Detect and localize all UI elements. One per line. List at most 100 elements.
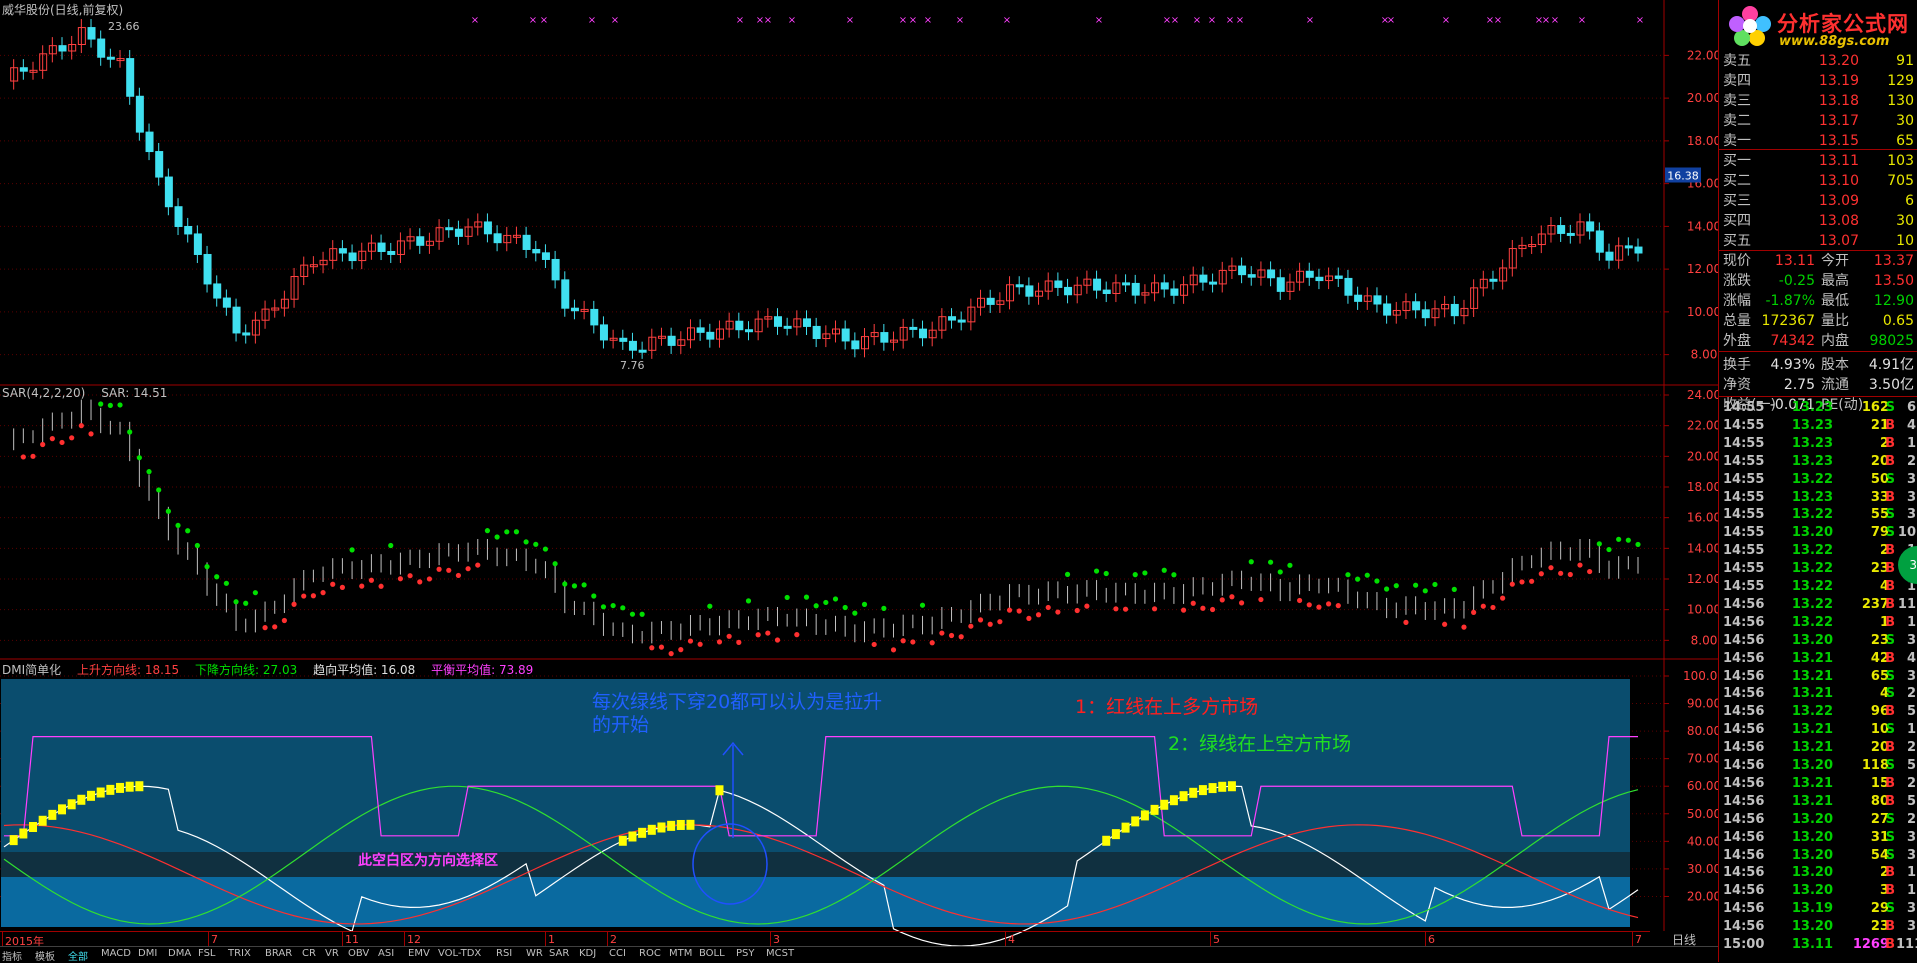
sar-dot [20, 454, 26, 460]
order-volume: 30 [1896, 113, 1914, 129]
candle-body [532, 248, 541, 254]
sar-dot [1471, 609, 1477, 615]
adx-rising-marker [116, 782, 125, 793]
sar-dot [1122, 606, 1129, 612]
indicator-tab[interactable]: FSL [198, 948, 216, 959]
order-price: 13.07 [1818, 233, 1859, 249]
sar-dot [1093, 568, 1100, 574]
chart-area[interactable]: 22.0020.0018.0016.0014.0012.0010.008.002… [0, 0, 1917, 962]
indicator-tab[interactable]: ROC [639, 948, 661, 959]
indicator-tab[interactable]: VOL-TDX [438, 948, 481, 959]
order-book-row[interactable]: 买三 13.09 6 [1719, 192, 1917, 210]
quote-value: 4.91亿 [1868, 357, 1914, 373]
order-book-row[interactable]: 卖三 13.18 130 [1719, 92, 1917, 110]
indicator-tab[interactable]: RSI [496, 948, 512, 959]
order-book-row[interactable]: 卖五 13.20 91 [1719, 52, 1917, 70]
order-level-label: 买一 [1723, 153, 1751, 169]
signal-marker-icon: × [471, 15, 479, 26]
sar-dot [165, 508, 171, 514]
adx-rising-marker [1179, 791, 1188, 802]
order-book-row[interactable]: 买五 13.07 10 [1719, 232, 1917, 250]
tick-count: 1 [1906, 865, 1916, 881]
tick-count: 2 [1906, 686, 1916, 702]
tick-count: 10 [1897, 525, 1916, 541]
signal-marker-icon: × [788, 15, 796, 26]
indicator-tab[interactable]: WR [526, 948, 543, 959]
candle-body [1566, 232, 1575, 236]
indicator-tab[interactable]: BRAR [265, 948, 292, 959]
indicator-tab[interactable]: SAR [549, 948, 569, 959]
tick-row: 14:55 13.23 2 B 1 [1719, 435, 1917, 453]
adx-rising-marker [19, 828, 28, 839]
order-volume: 30 [1896, 213, 1914, 229]
order-book-row[interactable]: 买四 13.08 30 [1719, 212, 1917, 230]
dmi-adxr: 平衡平均值: 73.89 [431, 663, 534, 677]
indicator-tab[interactable]: ASI [378, 948, 394, 959]
sar-dot [1103, 570, 1109, 577]
order-book-row[interactable]: 买二 13.10 705 [1719, 172, 1917, 190]
tick-price: 13.22 [1791, 543, 1833, 559]
indicator-tab[interactable]: CR [302, 948, 316, 959]
order-price: 13.18 [1818, 93, 1859, 109]
order-book-row[interactable]: 卖四 13.19 129 [1719, 72, 1917, 90]
candle-body [1354, 294, 1363, 302]
signal-marker-icon: × [1095, 15, 1103, 26]
indicator-tab[interactable]: DMA [168, 948, 191, 959]
axis-tick-label: 10.00 [1687, 305, 1721, 319]
tick-price: 13.20 [1791, 847, 1833, 863]
indicator-tab[interactable]: 模板 [35, 948, 55, 963]
indicator-tab[interactable]: DMI [138, 948, 157, 959]
order-book-row[interactable]: 卖二 13.17 30 [1719, 112, 1917, 130]
tick-side: B [1885, 435, 1895, 451]
sar-dot [1064, 571, 1071, 577]
tick-count: 2 [1906, 740, 1916, 756]
tick-price: 13.21 [1791, 775, 1833, 791]
tick-time: 14:56 [1723, 793, 1765, 809]
date-axis-label: 2 [610, 933, 617, 946]
quote-label: 最高 [1821, 273, 1849, 289]
indicator-tab[interactable]: BOLL [699, 948, 725, 959]
tick-row: 15:00 13.11 1269 B 111 [1719, 936, 1917, 954]
candle-body [1064, 286, 1073, 296]
tick-row: 14:56 13.22 237 B 11 [1719, 596, 1917, 614]
date-axis-label: 6 [1428, 933, 1435, 946]
sar-dot [1151, 606, 1158, 612]
order-book-row[interactable]: 卖一 13.15 65 [1719, 132, 1917, 150]
sar-dot [194, 542, 200, 549]
candle-body [19, 67, 28, 72]
sar-dot [78, 423, 84, 429]
indicator-tab[interactable]: KDJ [579, 948, 596, 959]
signal-marker-icon: × [1387, 15, 1395, 26]
signal-marker-icon: × [1306, 15, 1314, 26]
signal-marker-icon: × [1636, 15, 1644, 26]
sar-dot [1326, 601, 1332, 607]
indicator-tab[interactable]: CCI [609, 948, 626, 959]
signal-marker-icon: × [1494, 15, 1502, 26]
indicator-tab[interactable]: TRIX [228, 948, 251, 959]
axis-tick-label: 16.00 [1687, 511, 1721, 525]
sar-dot [185, 528, 191, 534]
stock-title: 威华股份(日线,前复权) [2, 3, 124, 17]
order-book-row[interactable]: 买一 13.11 103 [1719, 152, 1917, 170]
indicator-tab[interactable]: OBV [348, 948, 369, 959]
tick-side: S [1885, 722, 1895, 738]
tick-price: 13.20 [1791, 758, 1833, 773]
indicator-tab[interactable]: MCST [766, 948, 794, 959]
indicator-tab[interactable]: PSY [736, 948, 755, 959]
indicator-tab[interactable]: MACD [101, 948, 131, 959]
adx-rising-marker [1160, 799, 1169, 810]
indicator-tab[interactable]: EMV [408, 948, 430, 959]
candle-body [541, 252, 550, 260]
tick-price: 13.19 [1791, 901, 1833, 917]
indicator-tab[interactable]: 指标 [2, 948, 22, 963]
tick-row: 14:55 13.22 2 B 1 [1719, 542, 1917, 560]
tick-price: 13.20 [1791, 811, 1833, 827]
candle-body [232, 306, 241, 334]
adx-rising-marker [715, 785, 724, 796]
indicator-tab[interactable]: VR [325, 948, 339, 959]
adx-rising-marker [657, 822, 666, 833]
sar-dot [117, 402, 123, 408]
indicator-tab[interactable]: 全部 [68, 948, 88, 963]
indicator-tab[interactable]: MTM [669, 948, 692, 959]
signal-marker-icon: × [1578, 15, 1586, 26]
